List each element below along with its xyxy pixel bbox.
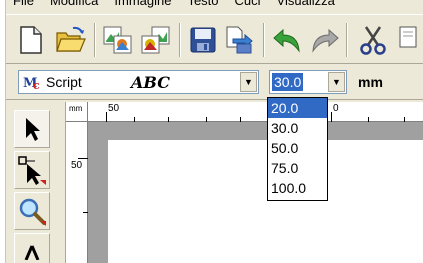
window-border [0, 0, 6, 263]
open-button[interactable] [54, 23, 88, 57]
ruler-label: 0 [333, 103, 339, 114]
menu-file[interactable]: File [6, 0, 43, 8]
select-arrow-icon [26, 118, 40, 141]
zoom-tool[interactable] [14, 192, 50, 230]
application-window: File Modifica Immagine Testo Cuci Visual… [0, 0, 423, 263]
size-option-75[interactable]: 75.0 [268, 158, 327, 178]
chevron-down-icon: ▼ [332, 77, 341, 87]
redo-icon [312, 28, 339, 53]
chevron-down-icon: ▼ [244, 77, 253, 87]
undo-icon [273, 28, 300, 53]
ruler-label: 50 [71, 160, 83, 171]
zoom-magnifier-icon [19, 198, 46, 226]
font-dropdown-button[interactable]: ▼ [240, 72, 257, 92]
vertical-ruler: 50 [66, 122, 88, 263]
menu-visualizza[interactable]: Visualizza [270, 0, 344, 8]
copy-icon [399, 26, 417, 48]
open-folder-icon [56, 26, 86, 52]
save-icon [190, 27, 216, 53]
export-image-button[interactable] [139, 23, 173, 57]
size-select[interactable]: 30.0 ▼ [269, 70, 347, 94]
text-tool-icon [24, 245, 40, 260]
font-preview: ABC [131, 73, 170, 92]
point-edit-icon [18, 156, 46, 185]
ruler-tick [331, 112, 332, 122]
text-tool[interactable] [14, 233, 50, 263]
ruler-tick [78, 158, 88, 159]
font-select[interactable]: M c Script ABC ▼ [18, 70, 259, 94]
select-tool[interactable] [14, 110, 50, 148]
menu-modifica[interactable]: Modifica [43, 0, 107, 8]
size-dropdown-button[interactable]: ▼ [328, 72, 345, 92]
format-toolbar: M c Script ABC ▼ 30.0 ▼ mm [6, 66, 423, 100]
save-as-icon [226, 26, 253, 54]
menu-immagine[interactable]: Immagine [107, 0, 180, 8]
unit-label: mm [358, 74, 383, 90]
main-toolbar [6, 14, 423, 64]
toolbar-separator [346, 23, 348, 57]
menu-bar: File Modifica Immagine Testo Cuci Visual… [6, 0, 423, 10]
save-as-button[interactable] [223, 23, 257, 57]
toolbar-separator [263, 23, 265, 57]
size-option-50[interactable]: 50.0 [268, 138, 327, 158]
size-dropdown-list: 20.0 30.0 50.0 75.0 100.0 [267, 97, 328, 201]
new-document-icon [20, 26, 42, 54]
undo-button[interactable] [270, 23, 304, 57]
import-image-button[interactable] [101, 23, 135, 57]
toolbar-separator [179, 23, 181, 57]
size-option-20[interactable]: 20.0 [268, 98, 327, 118]
font-name: Script [46, 74, 82, 90]
toolbar-separator [94, 23, 96, 57]
font-type-icon: M c [23, 76, 40, 90]
cut-icon [360, 26, 386, 55]
menu-testo[interactable]: Testo [180, 0, 227, 8]
design-page[interactable] [108, 140, 423, 263]
import-image-icon [103, 26, 132, 54]
ruler-corner: mm [66, 102, 88, 122]
ruler-unit: mm [69, 104, 83, 113]
size-value: 30.0 [272, 73, 304, 91]
ruler-label: 50 [108, 103, 120, 114]
menu-cuci[interactable]: Cuci [228, 0, 270, 8]
copy-button[interactable] [398, 23, 423, 57]
svg-text:c: c [33, 79, 40, 90]
cut-button[interactable] [356, 23, 390, 57]
size-option-30[interactable]: 30.0 [268, 118, 327, 138]
export-image-icon [141, 26, 170, 54]
size-option-100[interactable]: 100.0 [268, 178, 327, 198]
point-edit-tool[interactable] [14, 151, 50, 189]
new-document-button[interactable] [14, 23, 48, 57]
horizontal-ruler: 50 0 [88, 102, 423, 122]
tool-palette [6, 102, 66, 263]
redo-button[interactable] [308, 23, 342, 57]
save-button[interactable] [186, 23, 220, 57]
ruler-tick [106, 112, 107, 122]
